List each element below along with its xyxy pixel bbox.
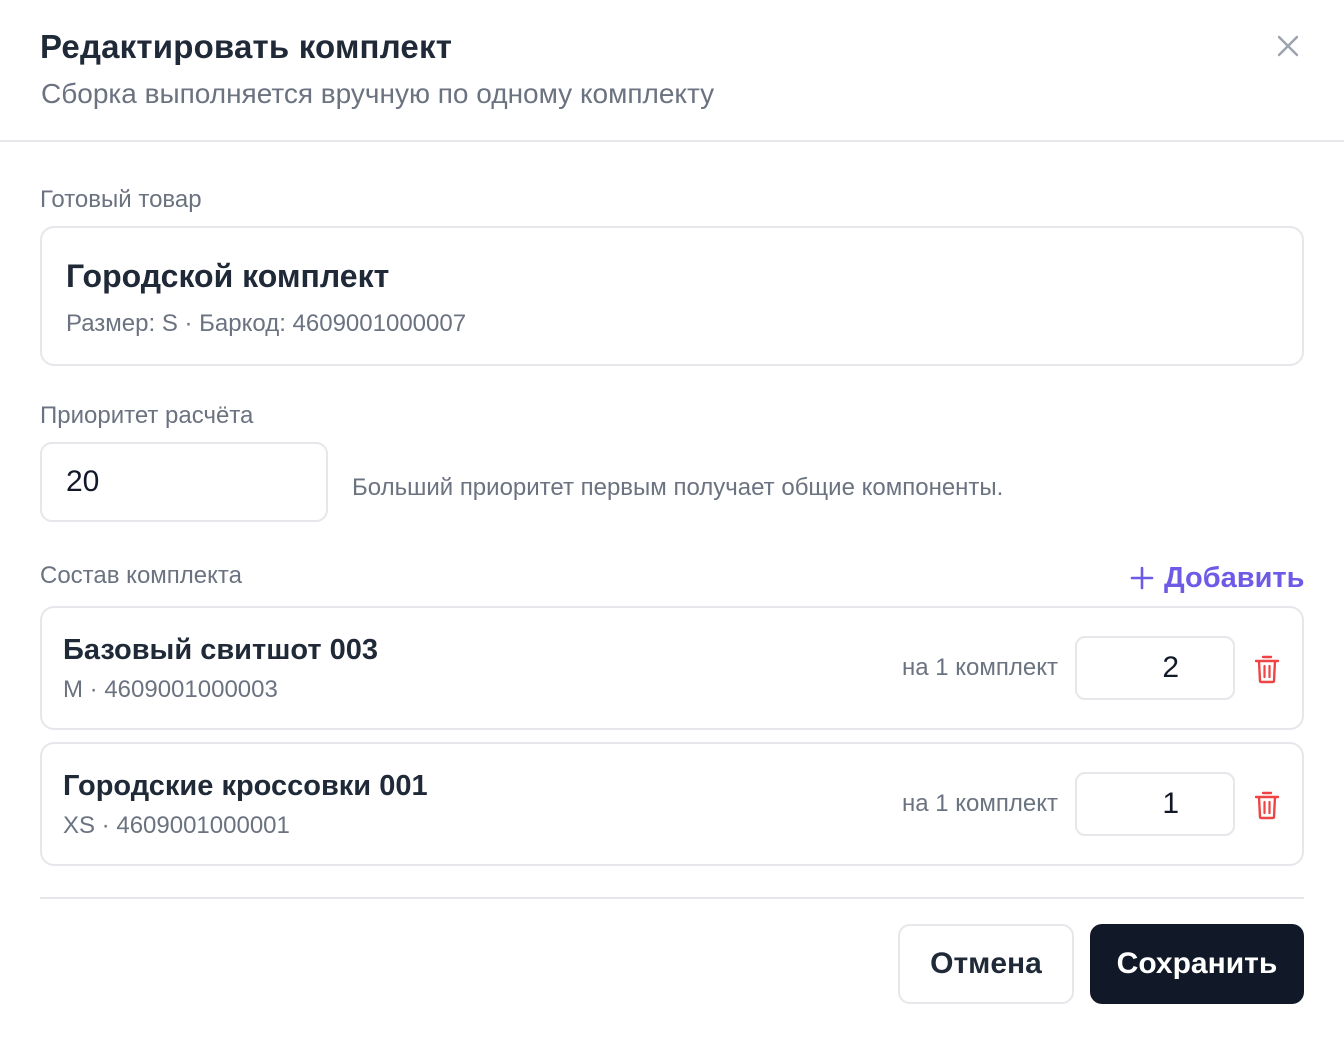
component-name: Базовый свитшот 003 [63, 634, 379, 666]
add-component-button[interactable]: Добавить [1130, 558, 1304, 598]
delete-component-button[interactable] [1252, 788, 1282, 822]
trash-icon [1254, 655, 1280, 684]
component-name: Городские кроссовки 001 [63, 770, 428, 802]
priority-hint: Больший приоритет первым получает общие … [352, 474, 1004, 501]
component-meta: M · 4609001000003 [63, 676, 278, 703]
dialog-header: Редактировать комплект Сборка выполняетс… [0, 0, 1344, 142]
finished-product-card[interactable]: Городской комплект Размер: S · Баркод: 4… [40, 226, 1304, 366]
component-row: Городские кроссовки 001 XS · 46090010000… [40, 742, 1304, 866]
cancel-button[interactable]: Отмена [898, 924, 1074, 1004]
composition-label: Состав комплекта [40, 562, 242, 589]
component-row: Базовый свитшот 003 M · 4609001000003 на… [40, 606, 1304, 730]
close-icon [1277, 35, 1299, 57]
finished-product-name: Городской комплект [66, 258, 390, 294]
close-button[interactable] [1270, 28, 1306, 64]
finished-product-meta: Размер: S · Баркод: 4609001000007 [66, 310, 467, 337]
per-kit-label: на 1 комплект [901, 790, 1058, 817]
delete-component-button[interactable] [1252, 652, 1282, 686]
dialog-title: Редактировать комплект [40, 28, 453, 65]
component-quantity-input[interactable] [1075, 772, 1235, 836]
priority-label: Приоритет расчёта [40, 402, 254, 429]
finished-product-label: Готовый товар [40, 186, 202, 213]
priority-input[interactable] [40, 442, 328, 522]
trash-icon [1254, 791, 1280, 820]
add-component-label: Добавить [1164, 561, 1305, 594]
footer-divider [40, 897, 1304, 899]
per-kit-label: на 1 комплект [901, 654, 1058, 681]
component-meta: XS · 4609001000001 [63, 812, 290, 839]
save-button[interactable]: Сохранить [1090, 924, 1304, 1004]
dialog-subtitle: Сборка выполняется вручную по одному ком… [41, 78, 715, 109]
component-quantity-input[interactable] [1075, 636, 1235, 700]
edit-kit-dialog: Редактировать комплект Сборка выполняетс… [0, 0, 1344, 1044]
plus-icon [1130, 566, 1154, 590]
